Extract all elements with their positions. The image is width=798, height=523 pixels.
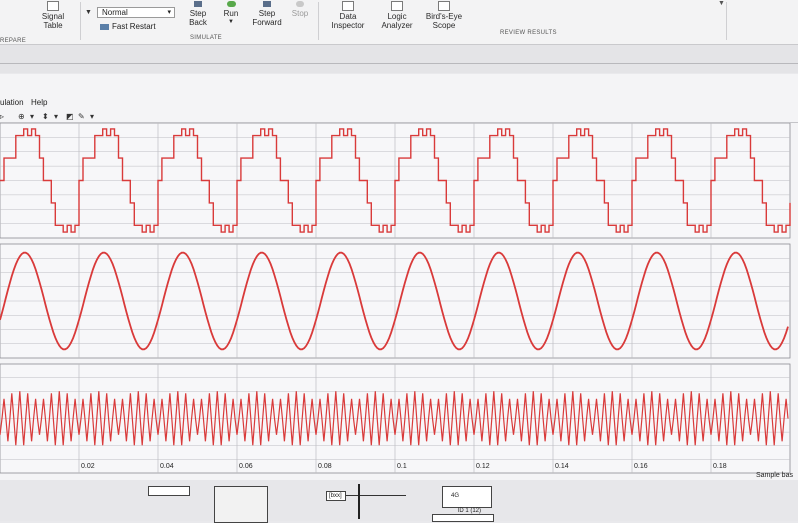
run-button[interactable]: Run ▼ (220, 1, 242, 27)
window-gap (0, 45, 798, 73)
menu-simulation[interactable]: ulation (0, 98, 24, 107)
birds-eye-scope-button[interactable]: Bird's-Eye Scope (424, 1, 464, 30)
ribbon-divider (318, 2, 319, 40)
scope-plot-area[interactable]: 0.02 0.04 0.06 0.08 0.1 0.12 0.14 0.16 0.18 (0, 123, 798, 480)
ribbon-divider (726, 2, 727, 40)
birds-eye-icon (438, 1, 450, 11)
chevron-down-icon[interactable]: ▼ (85, 9, 92, 16)
birds-eye-label: Bird's-Eye Scope (425, 12, 463, 30)
x-tick-label: 0.14 (555, 463, 569, 470)
stop-icon (296, 1, 304, 7)
logic-analyzer-label: Logic Analyzer (381, 12, 413, 30)
zoom-icon[interactable]: ⊕ (18, 112, 25, 121)
fast-restart-button[interactable]: Fast Restart (100, 22, 156, 31)
mode-value: Normal (102, 8, 128, 17)
scope-window: ulation Help ▹ ⊕ ▾ ⬍ ▾ ◩ ✎ ▾ 0.02 0.04 0.0… (0, 74, 798, 480)
data-inspector-icon (342, 1, 354, 11)
chevron-down-icon[interactable]: ▾ (30, 112, 34, 121)
chevron-down-icon: ▾ (167, 9, 171, 16)
signal-line (358, 484, 360, 519)
x-tick-label: 0.12 (476, 463, 490, 470)
menu-help[interactable]: Help (31, 98, 47, 107)
signal-line (346, 495, 406, 496)
step-back-label: Step Back (189, 9, 207, 27)
x-tick-label: 0.04 (160, 463, 174, 470)
x-tick-label: 0.02 (81, 463, 95, 470)
x-tick-label: 0.18 (713, 463, 727, 470)
run-label: Run (223, 9, 239, 18)
subsystem-block[interactable]: 4G (442, 486, 492, 508)
scope-plots-svg: 0.02 0.04 0.06 0.08 0.1 0.12 0.14 0.16 0.18 (0, 123, 791, 474)
scope-menubar: ulation Help (0, 96, 798, 109)
x-tick-label: 0.1 (397, 463, 407, 470)
logic-analyzer-icon (391, 1, 403, 11)
edit-icon[interactable]: ✎ (78, 112, 85, 121)
chevron-down-icon[interactable]: ▾ (54, 112, 58, 121)
signal-table-label: Signal Table (41, 12, 65, 30)
x-tick-label: 0.06 (239, 463, 253, 470)
data-inspector-button[interactable]: Data Inspector (330, 1, 366, 30)
logic-analyzer-button[interactable]: Logic Analyzer (380, 1, 414, 30)
data-inspector-label: Data Inspector (331, 12, 365, 30)
step-forward-icon (263, 1, 271, 7)
play-icon[interactable]: ▹ (0, 112, 4, 121)
subsystem-block-label: 4G (451, 493, 460, 499)
fit-axes-icon[interactable]: ⬍ (42, 112, 49, 121)
table-icon (47, 1, 59, 11)
from-block-label: [bxx] (329, 493, 342, 499)
chevron-down-icon[interactable]: ▼ (228, 18, 234, 27)
chevron-down-icon[interactable]: ▾ (90, 112, 94, 121)
signal-table-button[interactable]: Signal Table (40, 1, 66, 30)
run-icon (226, 1, 236, 7)
fast-restart-icon (100, 23, 109, 30)
stop-button[interactable]: Stop (290, 1, 310, 18)
step-back-icon (194, 1, 202, 7)
step-back-button[interactable]: Step Back (186, 1, 210, 27)
step-forward-button[interactable]: Step Forward (252, 1, 282, 27)
group-prepare-label: REPARE (0, 38, 27, 44)
scope-toolbar: ▹ ⊕ ▾ ⬍ ▾ ◩ ✎ ▾ (0, 109, 798, 123)
chevron-down-icon[interactable]: ▼ (718, 0, 725, 7)
fast-restart-label: Fast Restart (112, 22, 156, 31)
step-forward-label: Step Forward (252, 9, 282, 27)
model-block[interactable] (214, 486, 268, 523)
ribbon-toolstrip: Signal Table REPARE ▼ Normal ▾ Fast Rest… (0, 0, 798, 45)
ribbon-divider (80, 2, 81, 40)
x-tick-label: 0.08 (318, 463, 332, 470)
style-icon[interactable]: ◩ (66, 112, 74, 121)
sample-based-label: Sample bas (756, 472, 793, 479)
stop-label: Stop (291, 9, 309, 18)
from-block[interactable]: [bxx] (326, 491, 346, 501)
group-review-label: REVIEW RESULTS (500, 30, 557, 36)
model-block[interactable] (148, 486, 190, 496)
simulation-mode-select[interactable]: Normal ▾ (97, 7, 175, 18)
group-simulate-label: SIMULATE (190, 35, 222, 41)
model-canvas: [bxx] 4G lD 1 (12) (0, 480, 798, 523)
x-tick-label: 0.16 (634, 463, 648, 470)
